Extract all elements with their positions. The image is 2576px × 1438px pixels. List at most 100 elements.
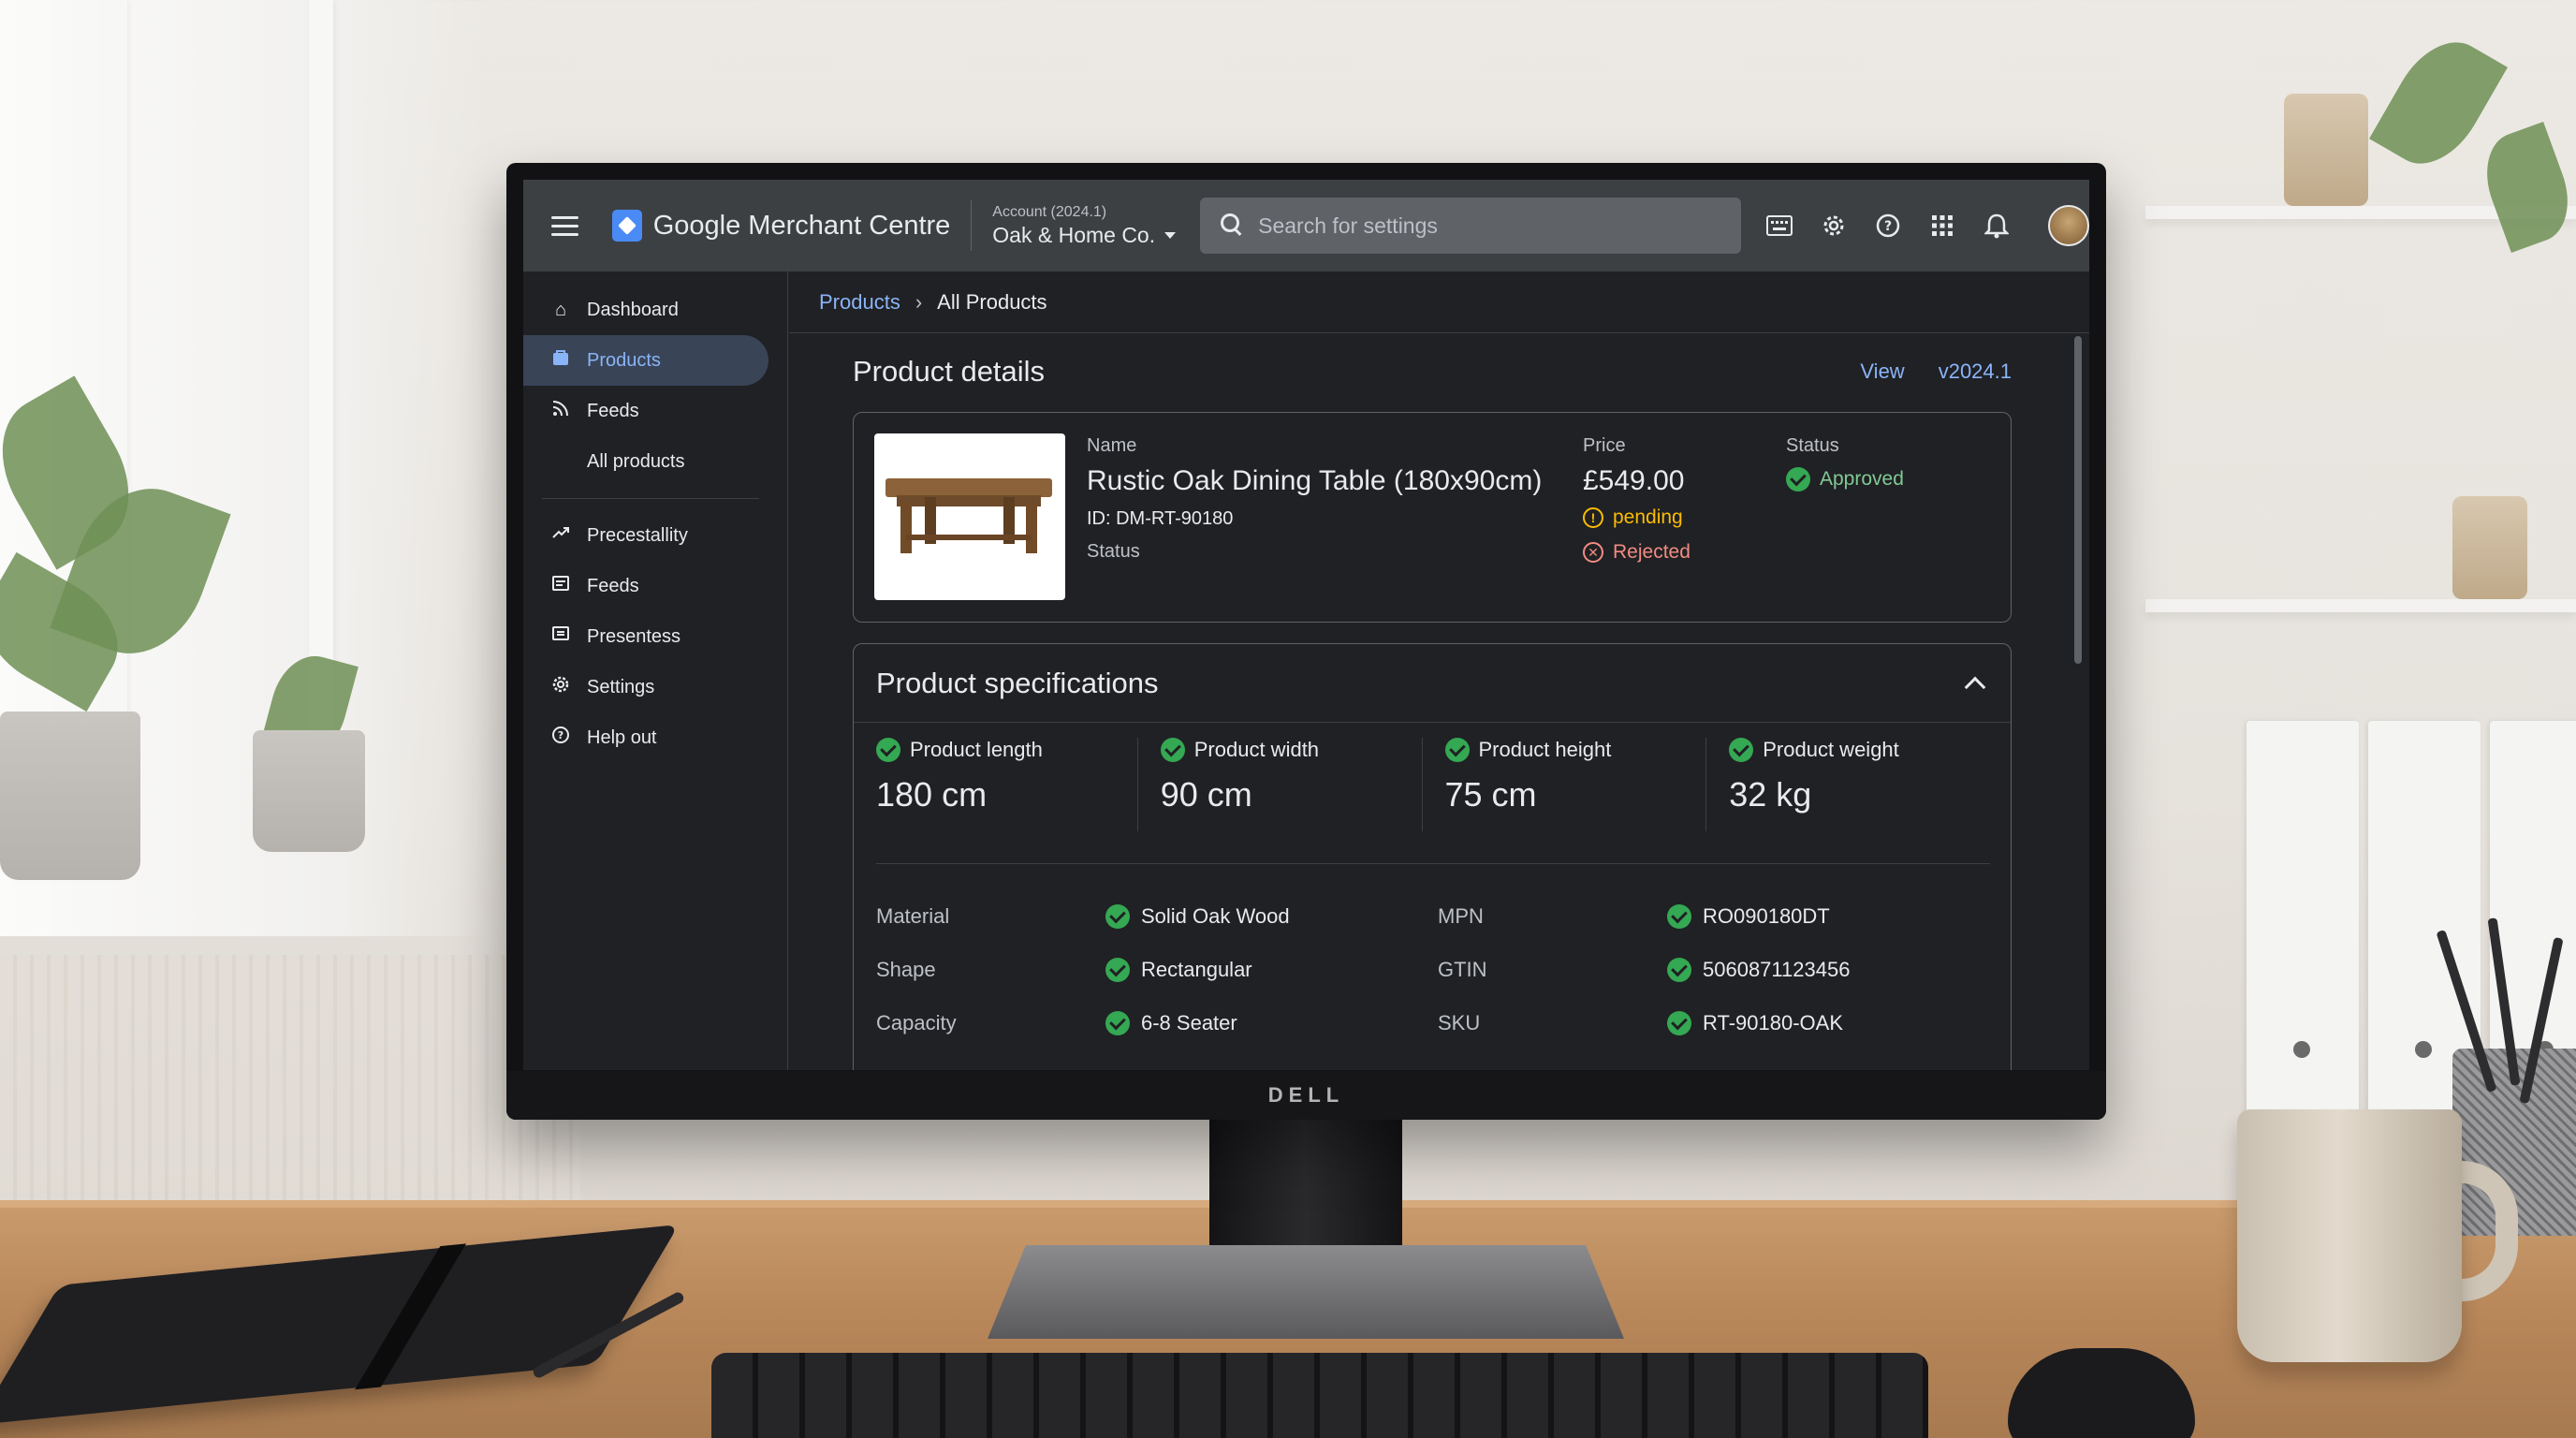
header-actions: ?: [1765, 205, 2089, 246]
check-circle-icon: [1444, 738, 1470, 762]
table-row: Shape Rectangular GTIN 5060871123456: [876, 943, 1990, 996]
sidebar-item-feeds[interactable]: Feeds: [523, 386, 768, 436]
price-label: Price: [1583, 435, 1626, 456]
bell-icon[interactable]: [1983, 212, 2011, 240]
status-badge: Approved: [1786, 467, 1904, 492]
attribute-name: Material: [876, 903, 950, 928]
gear-icon[interactable]: [1820, 212, 1848, 240]
breadcrumb-current: All Products: [937, 289, 1047, 314]
status-label: Status: [1786, 435, 1839, 456]
sidebar-item-all-products[interactable]: All products: [523, 436, 768, 487]
check-circle-icon: [1105, 1010, 1130, 1035]
search-icon: [1221, 213, 1245, 238]
list-box-icon: [549, 624, 572, 649]
vase: [2284, 94, 2368, 206]
attribute-name: Shape: [876, 957, 936, 981]
sidebar-item-label: Dashboard: [587, 299, 679, 320]
search-input[interactable]: [1258, 213, 1742, 239]
breadcrumb: Products › All Products: [789, 271, 2089, 333]
error-icon: ✕: [1583, 542, 1603, 563]
content-scroll-area[interactable]: Product details View v2024.1 Name Rustic…: [789, 334, 2089, 1070]
sidebar-item-precestallity[interactable]: Precestallity: [523, 510, 768, 561]
attribute-name: GTIN: [1438, 957, 1487, 981]
attribute-value: Rectangular: [1105, 957, 1438, 982]
check-circle-icon: [1667, 903, 1691, 929]
check-circle-icon: [876, 738, 900, 762]
product-name: Rustic Oak Dining Table (180x90cm): [1087, 465, 1543, 496]
chevron-up-icon[interactable]: [1964, 676, 1986, 697]
sidebar-item-help[interactable]: ? Help out: [523, 712, 768, 763]
plant-leaf: [2472, 121, 2576, 254]
scrollbar[interactable]: [2074, 336, 2082, 664]
header-divider: [971, 200, 973, 251]
apps-grid-icon[interactable]: [1928, 212, 1956, 240]
attribute-name: MPN: [1438, 903, 1484, 928]
account-switcher[interactable]: Account (2024.1) Oak & Home Co.: [992, 203, 1177, 248]
help-icon[interactable]: ?: [1874, 212, 1902, 240]
product-summary-card: Name Rustic Oak Dining Table (180x90cm) …: [853, 412, 2012, 623]
specs-title: Product specifications: [876, 666, 1159, 699]
sidebar-item-label: Feeds: [587, 575, 639, 596]
specs-divider: [876, 863, 1990, 864]
status-text: Approved: [1820, 468, 1904, 490]
sidebar-item-feeds-2[interactable]: Feeds: [523, 561, 768, 611]
dell-logo: DELL: [1267, 1083, 1345, 1107]
svg-text:?: ?: [1884, 219, 1892, 234]
account-label: Account (2024.1): [992, 203, 1107, 220]
version-link[interactable]: v2024.1: [1939, 360, 2012, 384]
dimension-label: Product width: [1193, 738, 1320, 761]
wall-shelf: [2145, 599, 2576, 612]
price-pending-status: ! pending: [1583, 506, 1683, 529]
dimension-value: 180 cm: [876, 775, 988, 814]
account-name: Oak & Home Co.: [992, 222, 1156, 247]
check-circle-icon: [1160, 738, 1185, 762]
sidebar-item-presentess[interactable]: Presentess: [523, 611, 768, 662]
monitor-bezel: DELL: [506, 1071, 2106, 1120]
coffee-mug: [2237, 1109, 2462, 1362]
product-image: [874, 433, 1065, 600]
rejected-text: Rejected: [1613, 541, 1690, 563]
product-id: ID: DM-RT-90180: [1087, 508, 1234, 529]
plant-pot: [253, 730, 365, 852]
sidebar-item-label: Feeds: [587, 400, 639, 421]
avatar[interactable]: [2048, 205, 2089, 246]
table-row: Material Solid Oak Wood MPN RO090180DT: [876, 889, 1990, 943]
check-circle-icon: [1667, 957, 1691, 982]
dimension-value: 90 cm: [1160, 775, 1252, 814]
check-circle-icon: [1786, 467, 1810, 492]
app-header: Google Merchant Centre Account (2024.1) …: [523, 180, 2089, 271]
sidebar-divider: [542, 498, 759, 499]
attribute-value-text: RT-90180-OAK: [1703, 1010, 1844, 1034]
breadcrumb-link-products[interactable]: Products: [819, 290, 900, 315]
sidebar-item-dashboard[interactable]: ⌂ Dashboard: [523, 285, 768, 335]
sidebar-item-label: Help out: [587, 726, 657, 748]
menu-icon[interactable]: [551, 215, 579, 236]
help-icon: ?: [549, 726, 572, 750]
table-row: Capacity 6-8 Seater SKU RT-90180-OAK: [876, 996, 1990, 1049]
dimension-length: Product length 180 cm: [876, 738, 1138, 831]
view-button[interactable]: View: [1860, 360, 1904, 384]
sidebar-item-settings[interactable]: Settings: [523, 662, 768, 712]
search-box[interactable]: [1200, 198, 1742, 254]
main-content: Products › All Products Product details …: [789, 271, 2089, 1070]
product-details-header: Product details View v2024.1: [853, 355, 2012, 389]
monitor-base: [988, 1245, 1624, 1339]
attribute-value: 5060871123456: [1667, 957, 1850, 982]
keyboard-icon[interactable]: [1765, 212, 1793, 240]
specs-header[interactable]: Product specifications: [854, 644, 2011, 723]
dimension-width: Product width 90 cm: [1138, 738, 1423, 831]
sidebar-item-label: Precestallity: [587, 524, 688, 546]
dimension-label: Product weight: [1763, 738, 1899, 761]
dimension-label: Product length: [910, 738, 1043, 761]
price-rejected-status: ✕ Rejected: [1583, 541, 1690, 564]
dimension-height: Product height 75 cm: [1423, 738, 1707, 831]
check-circle-icon: [1729, 738, 1754, 762]
binder: [2247, 721, 2359, 1161]
home-icon: ⌂: [554, 299, 567, 320]
rss-icon: [549, 399, 572, 423]
plant-leaf: [2369, 24, 2508, 182]
attribute-name: Capacity: [876, 1010, 957, 1034]
sidebar-item-products[interactable]: Products: [523, 335, 768, 386]
product-specifications-card: Product specifications Product length 18…: [853, 643, 2012, 1070]
gear-icon: [549, 675, 572, 699]
